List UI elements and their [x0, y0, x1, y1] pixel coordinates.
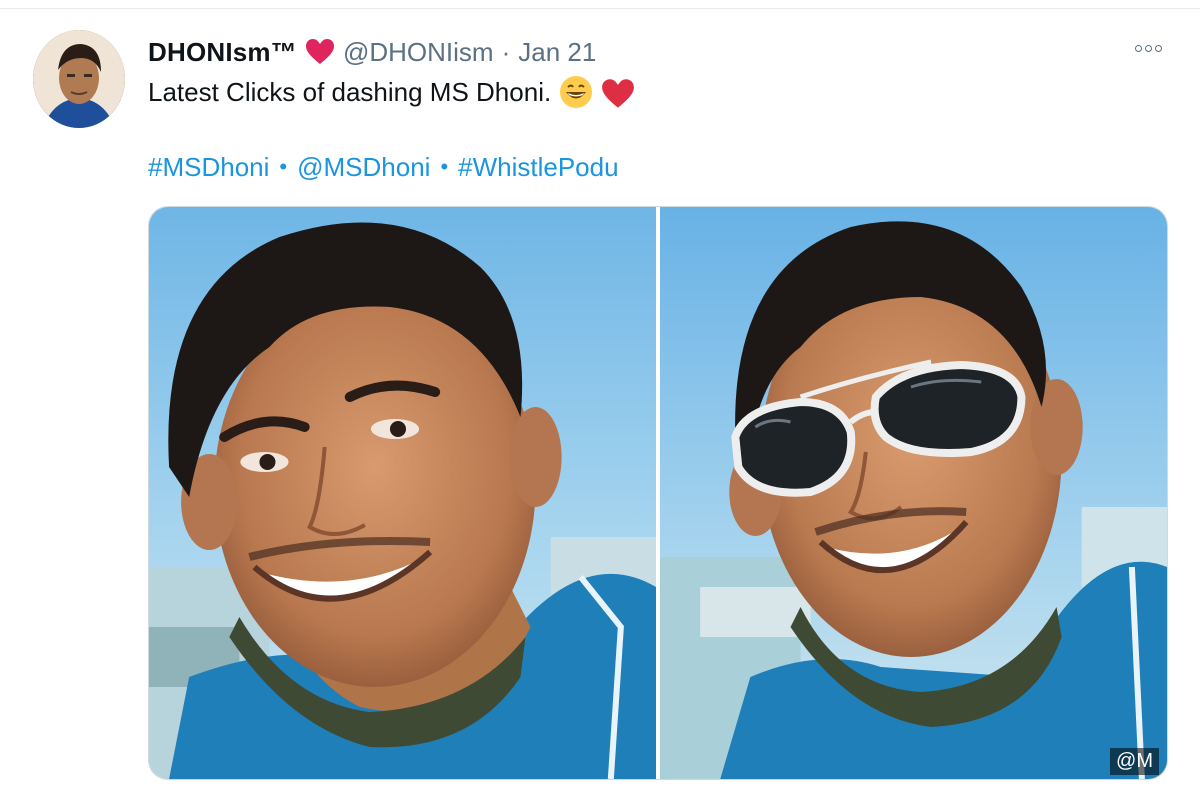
- user-handle[interactable]: @DHONIism: [343, 37, 494, 68]
- more-dot: [1154, 44, 1162, 52]
- tweet-header: DHONIsm™ @DHONIism · Jan 21: [148, 34, 596, 70]
- display-name[interactable]: DHONIsm™: [148, 37, 297, 68]
- more-dot: [1144, 44, 1152, 52]
- link-separator: •: [440, 154, 449, 179]
- photo-sunglasses[interactable]: @M: [660, 207, 1167, 779]
- tweet-text: Latest Clicks of dashing MS Dhoni.: [148, 76, 552, 107]
- red-heart-emoji-icon: [601, 78, 635, 108]
- tweet-body: Latest Clicks of dashing MS Dhoni.: [148, 74, 635, 110]
- hashtag-whistlepodu[interactable]: #WhistlePodu: [458, 152, 618, 183]
- hashtag-msdhoni[interactable]: #MSDhoni: [148, 152, 269, 183]
- photo-watermark: @M: [1110, 748, 1159, 775]
- tweet-links: #MSDhoni • @MSDhoni • #WhistlePodu: [148, 150, 619, 184]
- photo-sunglasses-image: [660, 207, 1167, 779]
- photo-smiling-image: [149, 207, 656, 779]
- red-heart-icon: [305, 38, 335, 66]
- media-grid: @M: [148, 206, 1168, 780]
- link-separator: •: [279, 154, 288, 179]
- header-separator: ·: [501, 36, 511, 67]
- mention-msdhoni[interactable]: @MSDhoni: [297, 152, 430, 183]
- photo-smiling[interactable]: [149, 207, 656, 779]
- tweet-date[interactable]: Jan 21: [518, 37, 596, 68]
- more-horizontal-icon: [1134, 44, 1142, 52]
- tweet[interactable]: DHONIsm™ @DHONIism · Jan 21 Latest Click…: [0, 0, 1200, 800]
- more-options-button[interactable]: [1128, 36, 1168, 60]
- avatar[interactable]: [33, 30, 125, 128]
- grinning-face-emoji-icon: [559, 75, 593, 109]
